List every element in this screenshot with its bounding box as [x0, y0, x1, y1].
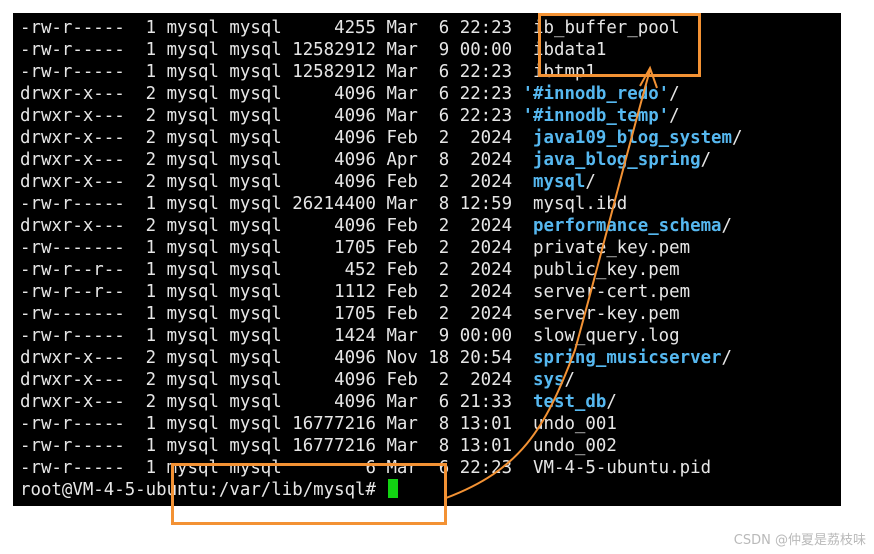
watermark: CSDN @仲夏是荔枝味 [733, 533, 866, 548]
annotation-arrow [445, 65, 658, 499]
